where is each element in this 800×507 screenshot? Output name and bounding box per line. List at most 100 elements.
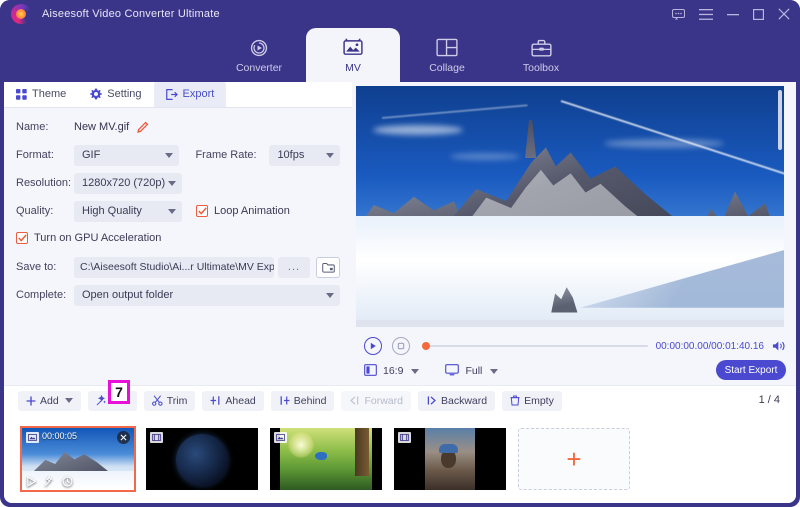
close-icon[interactable]: [778, 8, 790, 20]
insert-behind-icon: [279, 395, 290, 406]
tab-toolbox-label: Toolbox: [523, 62, 559, 74]
ahead-button[interactable]: Ahead: [202, 391, 263, 411]
maximize-icon[interactable]: [753, 9, 764, 20]
browse-label: ...: [288, 261, 300, 273]
quality-row: Quality: High Quality Loop Animation: [16, 200, 340, 222]
quality-label: Quality:: [16, 205, 74, 217]
frame-rate-select[interactable]: 10fps: [269, 145, 340, 166]
progress-handle[interactable]: [422, 342, 430, 350]
thumbnail-tools: [26, 476, 73, 487]
subtab-theme[interactable]: Theme: [4, 82, 78, 107]
chevron-down-icon: [326, 153, 334, 158]
tab-collage[interactable]: Collage: [400, 28, 494, 82]
feedback-icon[interactable]: [672, 9, 685, 20]
add-button[interactable]: Add: [18, 391, 81, 411]
format-row: Format: GIF Frame Rate: 10fps: [16, 144, 340, 166]
remove-clip-icon[interactable]: [117, 431, 130, 444]
name-value: New MV.gif: [74, 121, 129, 133]
collage-icon: [436, 37, 458, 59]
save-to-input[interactable]: C:\Aiseesoft Studio\Ai...r Ultimate\MV E…: [74, 257, 274, 278]
complete-select[interactable]: Open output folder: [74, 285, 340, 306]
media-type-icon: [150, 432, 163, 443]
save-to-value: C:\Aiseesoft Studio\Ai...r Ultimate\MV E…: [80, 261, 274, 273]
edit-name-pencil-icon[interactable]: [137, 121, 149, 133]
menu-icon[interactable]: [699, 9, 713, 20]
converter-icon: [249, 37, 269, 59]
sub-tabs: Theme Setting Export: [4, 82, 352, 108]
video-preview[interactable]: [356, 86, 784, 327]
gear-icon: [90, 88, 102, 100]
magic-wand-icon: [96, 395, 107, 406]
ahead-label: Ahead: [225, 395, 255, 407]
play-button[interactable]: [364, 337, 382, 355]
thumbnail-duration-icon[interactable]: [62, 476, 73, 487]
plus-icon: +: [566, 446, 581, 472]
add-media-tile[interactable]: +: [518, 428, 630, 490]
thumbnail-item[interactable]: 00:00:05: [22, 428, 134, 490]
complete-row: Complete: Open output folder: [16, 284, 340, 306]
name-row: Name: New MV.gif: [16, 116, 340, 138]
complete-label: Complete:: [16, 289, 74, 301]
format-select[interactable]: GIF: [74, 145, 179, 166]
tab-mv-label: MV: [345, 62, 361, 74]
playback-controls: 00:00:00.00/00:01:40.16 16:9: [352, 331, 796, 385]
empty-button[interactable]: Empty: [502, 391, 562, 411]
thumbnail-item[interactable]: [394, 428, 506, 490]
resolution-select[interactable]: 1280x720 (720p): [74, 173, 182, 194]
screen-mode-value: Full: [465, 365, 482, 377]
export-panel: Theme Setting Export Name:: [4, 82, 352, 385]
chevron-down-icon: [168, 181, 176, 186]
frame-rate-value: 10fps: [277, 149, 304, 161]
thumbnail-item[interactable]: [146, 428, 258, 490]
gpu-acceleration-row[interactable]: Turn on GPU Acceleration: [16, 228, 161, 248]
preview-scrollbar[interactable]: [778, 90, 782, 150]
tab-mv[interactable]: MV: [306, 28, 400, 82]
mv-icon: [342, 37, 364, 59]
progress-track[interactable]: [422, 345, 648, 347]
quality-select[interactable]: High Quality: [74, 201, 182, 222]
browse-button[interactable]: ...: [278, 257, 310, 278]
volume-icon[interactable]: [772, 340, 786, 352]
add-label: Add: [40, 395, 59, 407]
subtab-export[interactable]: Export: [154, 82, 227, 107]
thumbnail-effect-icon[interactable]: [44, 476, 55, 487]
trash-icon: [510, 395, 520, 406]
subtab-setting-label: Setting: [107, 88, 141, 100]
loop-animation-row[interactable]: Loop Animation: [196, 201, 290, 221]
start-export-mini-button[interactable]: Start Export: [716, 360, 786, 380]
tab-converter[interactable]: Converter: [212, 28, 306, 82]
loop-animation-checkbox[interactable]: [196, 205, 208, 217]
subtab-setting[interactable]: Setting: [78, 82, 153, 107]
empty-label: Empty: [524, 395, 554, 407]
folder-icon: [322, 262, 335, 273]
backward-button[interactable]: Backward: [418, 391, 495, 411]
screen-mode-control[interactable]: Full: [445, 364, 498, 379]
body-area: Theme Setting Export Name:: [4, 82, 796, 503]
open-folder-button[interactable]: [316, 257, 340, 278]
media-type-icon: [398, 432, 411, 443]
app-title: Aiseesoft Video Converter Ultimate: [42, 8, 220, 20]
chevron-down-icon: [411, 369, 419, 374]
minimize-icon[interactable]: [727, 9, 739, 20]
gpu-acceleration-checkbox[interactable]: [16, 232, 28, 244]
stop-button[interactable]: [392, 337, 410, 355]
behind-button[interactable]: Behind: [271, 391, 335, 411]
chevron-down-icon: [490, 369, 498, 374]
aspect-ratio-control[interactable]: 16:9: [364, 364, 419, 379]
format-label: Format:: [16, 149, 74, 161]
trim-button[interactable]: Trim: [144, 391, 196, 411]
page-indicator: 1 / 4: [759, 394, 780, 406]
theme-icon: [16, 89, 27, 100]
media-type-icon: [274, 432, 287, 443]
preview-area: 00:00:00.00/00:01:40.16 16:9: [352, 82, 796, 385]
monitor-icon: [445, 364, 459, 379]
clip-thumbnail-strip: 00:00:05: [4, 415, 796, 503]
export-icon: [166, 89, 178, 100]
thumbnail-play-icon[interactable]: [26, 476, 37, 487]
forward-button[interactable]: Forward: [341, 391, 411, 411]
chevron-down-icon: [168, 209, 176, 214]
format-value: GIF: [82, 149, 100, 161]
resolution-label: Resolution:: [16, 177, 74, 189]
tab-toolbox[interactable]: Toolbox: [494, 28, 588, 82]
thumbnail-item[interactable]: [270, 428, 382, 490]
